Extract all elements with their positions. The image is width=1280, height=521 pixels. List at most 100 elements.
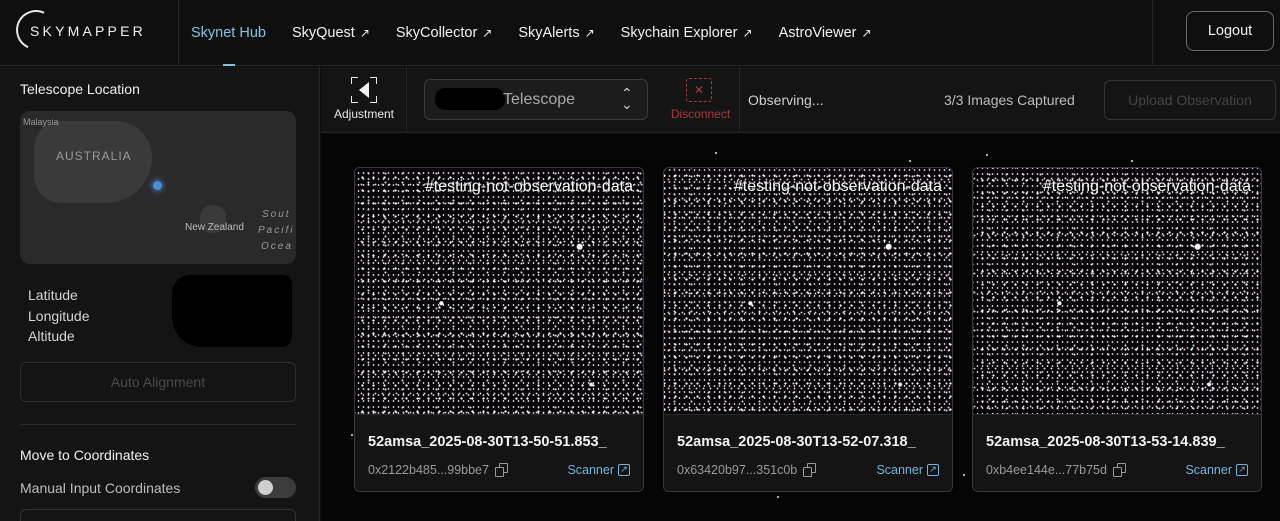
location-map[interactable]: Malaysia AUSTRALIA New Zealand Sout Paci… bbox=[20, 111, 296, 264]
observation-filename: 52amsa_2025-08-30T13-52-07.318_ bbox=[677, 434, 916, 450]
longitude-label: Longitude bbox=[28, 307, 90, 324]
copy-icon[interactable] bbox=[494, 463, 509, 477]
observation-filename: 52amsa_2025-08-30T13-50-51.853_ bbox=[368, 434, 607, 450]
disconnect-icon: ✕ bbox=[686, 78, 712, 102]
coordinate-input-field[interactable] bbox=[20, 509, 296, 521]
observation-info: 52amsa_2025-08-30T13-50-51.853_ 0x2122b4… bbox=[355, 414, 643, 491]
transaction-hash: 0x2122b485...99bbe7 bbox=[368, 463, 509, 477]
manual-input-toggle[interactable] bbox=[255, 477, 296, 498]
copy-icon[interactable] bbox=[803, 463, 817, 477]
hash-text: 0x2122b485...99bbe7 bbox=[368, 463, 489, 477]
external-link-icon: ↗ bbox=[861, 26, 872, 40]
latitude-label: Latitude bbox=[28, 287, 78, 303]
observation-image[interactable] bbox=[664, 168, 952, 414]
logo-text: SKYMAPPER bbox=[30, 23, 146, 39]
background-star bbox=[351, 434, 353, 436]
logout-button[interactable]: Logout bbox=[1186, 11, 1274, 51]
scanner-label: Scanner bbox=[567, 463, 614, 477]
main-nav: Skynet Hub SkyQuest ↗ SkyCollector ↗ SkyAl… bbox=[191, 0, 898, 66]
adjustment-label: Adjustment bbox=[333, 107, 395, 121]
background-star bbox=[909, 160, 911, 162]
nav-item-skycollector[interactable]: SkyCollector ↗ bbox=[396, 0, 492, 66]
nav-label: Skychain Explorer bbox=[620, 25, 738, 41]
telescope-location-pin-icon bbox=[153, 181, 162, 190]
nav-label: SkyAlerts bbox=[518, 25, 580, 41]
transaction-hash: 0xb4ee144e...77b75d bbox=[986, 463, 1127, 477]
redacted-coordinate-values bbox=[172, 275, 292, 347]
nav-item-skyalerts[interactable]: SkyAlerts ↗ bbox=[518, 0, 594, 66]
sidebar: Telescope Location Malaysia AUSTRALIA Ne… bbox=[0, 67, 320, 521]
map-label-australia: AUSTRALIA bbox=[56, 149, 132, 163]
upload-observation-button[interactable]: Upload Observation bbox=[1104, 80, 1276, 120]
observation-gallery: #testing-not-observation-data 52amsa_202… bbox=[321, 134, 1280, 521]
nav-divider bbox=[178, 0, 179, 66]
map-label-pacific: Pacifi bbox=[258, 225, 295, 236]
disconnect-label: Disconnect bbox=[670, 107, 731, 121]
observation-tag: #testing-not-observation-data bbox=[1042, 178, 1251, 195]
toggle-knob bbox=[258, 480, 273, 495]
observation-tag: #testing-not-observation-data bbox=[424, 178, 633, 195]
images-captured-count: 3/3 Images Captured bbox=[944, 92, 1075, 108]
scanner-link[interactable]: Scanner ↗ bbox=[1185, 463, 1248, 477]
altitude-label: Altitude bbox=[28, 328, 75, 344]
nav-label: SkyCollector bbox=[395, 25, 478, 41]
nav-divider-right bbox=[1152, 0, 1153, 66]
observation-card[interactable]: #testing-not-observation-data 52amsa_202… bbox=[972, 167, 1262, 492]
select-chevron-icon: ⌃ ⌄ bbox=[621, 85, 633, 112]
nav-label: SkyQuest bbox=[291, 25, 355, 41]
transaction-hash: 0x63420b97...351c0b bbox=[677, 463, 817, 477]
map-label-new-zealand: New Zealand bbox=[185, 222, 244, 233]
adjustment-button[interactable]: Adjustment bbox=[321, 67, 407, 133]
scanner-label: Scanner bbox=[876, 463, 923, 477]
external-link-icon: ↗ bbox=[482, 26, 493, 40]
observation-card[interactable]: #testing-not-observation-data 52amsa_202… bbox=[663, 167, 953, 492]
map-label-south: Sout bbox=[262, 209, 291, 220]
observation-image[interactable] bbox=[973, 168, 1261, 414]
external-link-icon: ↗ bbox=[618, 464, 630, 476]
background-star bbox=[986, 154, 988, 156]
nav-item-skychain-explorer[interactable]: Skychain Explorer ↗ bbox=[621, 0, 753, 66]
redacted-telescope-name bbox=[435, 88, 505, 110]
external-link-icon: ↗ bbox=[359, 26, 370, 40]
hash-text: 0x63420b97...351c0b bbox=[677, 463, 798, 477]
coordinate-labels: Latitude Longitude Altitude bbox=[28, 285, 90, 347]
nav-item-skynet-hub[interactable]: Skynet Hub bbox=[191, 0, 266, 66]
observation-card[interactable]: #testing-not-observation-data 52amsa_202… bbox=[354, 167, 644, 492]
manual-input-label: Manual Input Coordinates bbox=[20, 480, 181, 496]
control-bar: Adjustment Telescope ⌃ ⌄ ✕ Disconnect Obs… bbox=[321, 67, 1280, 133]
observation-tag: #testing-not-observation-data bbox=[733, 178, 942, 195]
external-link-icon: ↗ bbox=[584, 26, 595, 40]
nav-item-skyquest[interactable]: SkyQuest ↗ bbox=[292, 0, 370, 66]
skymapper-logo[interactable]: SKYMAPPER bbox=[10, 4, 166, 56]
adjustment-icon bbox=[351, 77, 377, 103]
hash-text: 0xb4ee144e...77b75d bbox=[986, 463, 1107, 477]
telescope-select[interactable]: Telescope ⌃ ⌄ bbox=[424, 79, 648, 120]
observation-image[interactable] bbox=[355, 168, 643, 414]
sidebar-divider bbox=[20, 424, 296, 425]
scanner-link[interactable]: Scanner ↗ bbox=[567, 463, 630, 477]
disconnect-button[interactable]: ✕ Disconnect bbox=[661, 67, 740, 133]
top-navigation-bar: SKYMAPPER Skynet Hub SkyQuest ↗ SkyCollec… bbox=[0, 0, 1280, 66]
observation-info: 52amsa_2025-08-30T13-52-07.318_ 0x63420b… bbox=[664, 414, 952, 491]
observing-status: Observing... bbox=[748, 92, 824, 108]
external-link-icon: ↗ bbox=[742, 26, 753, 40]
nav-label: AstroViewer bbox=[778, 25, 857, 41]
background-star bbox=[715, 152, 717, 154]
background-star bbox=[777, 496, 779, 498]
nav-label: Skynet Hub bbox=[191, 25, 266, 41]
map-label-malaysia: Malaysia bbox=[23, 117, 59, 127]
move-to-coordinates-title: Move to Coordinates bbox=[20, 447, 150, 463]
background-star bbox=[1131, 160, 1133, 162]
background-star bbox=[963, 474, 965, 476]
external-link-icon: ↗ bbox=[1236, 464, 1248, 476]
nav-item-astroviewer[interactable]: AstroViewer ↗ bbox=[779, 0, 872, 66]
scanner-label: Scanner bbox=[1185, 463, 1232, 477]
observation-filename: 52amsa_2025-08-30T13-53-14.839_ bbox=[986, 434, 1225, 450]
map-label-ocean: Ocea bbox=[261, 241, 293, 252]
telescope-location-title: Telescope Location bbox=[20, 81, 140, 97]
auto-alignment-button[interactable]: Auto Alignment bbox=[20, 362, 296, 402]
external-link-icon: ↗ bbox=[927, 464, 939, 476]
scanner-link[interactable]: Scanner ↗ bbox=[876, 463, 939, 477]
copy-icon[interactable] bbox=[1112, 463, 1127, 477]
observation-info: 52amsa_2025-08-30T13-53-14.839_ 0xb4ee14… bbox=[973, 414, 1261, 491]
